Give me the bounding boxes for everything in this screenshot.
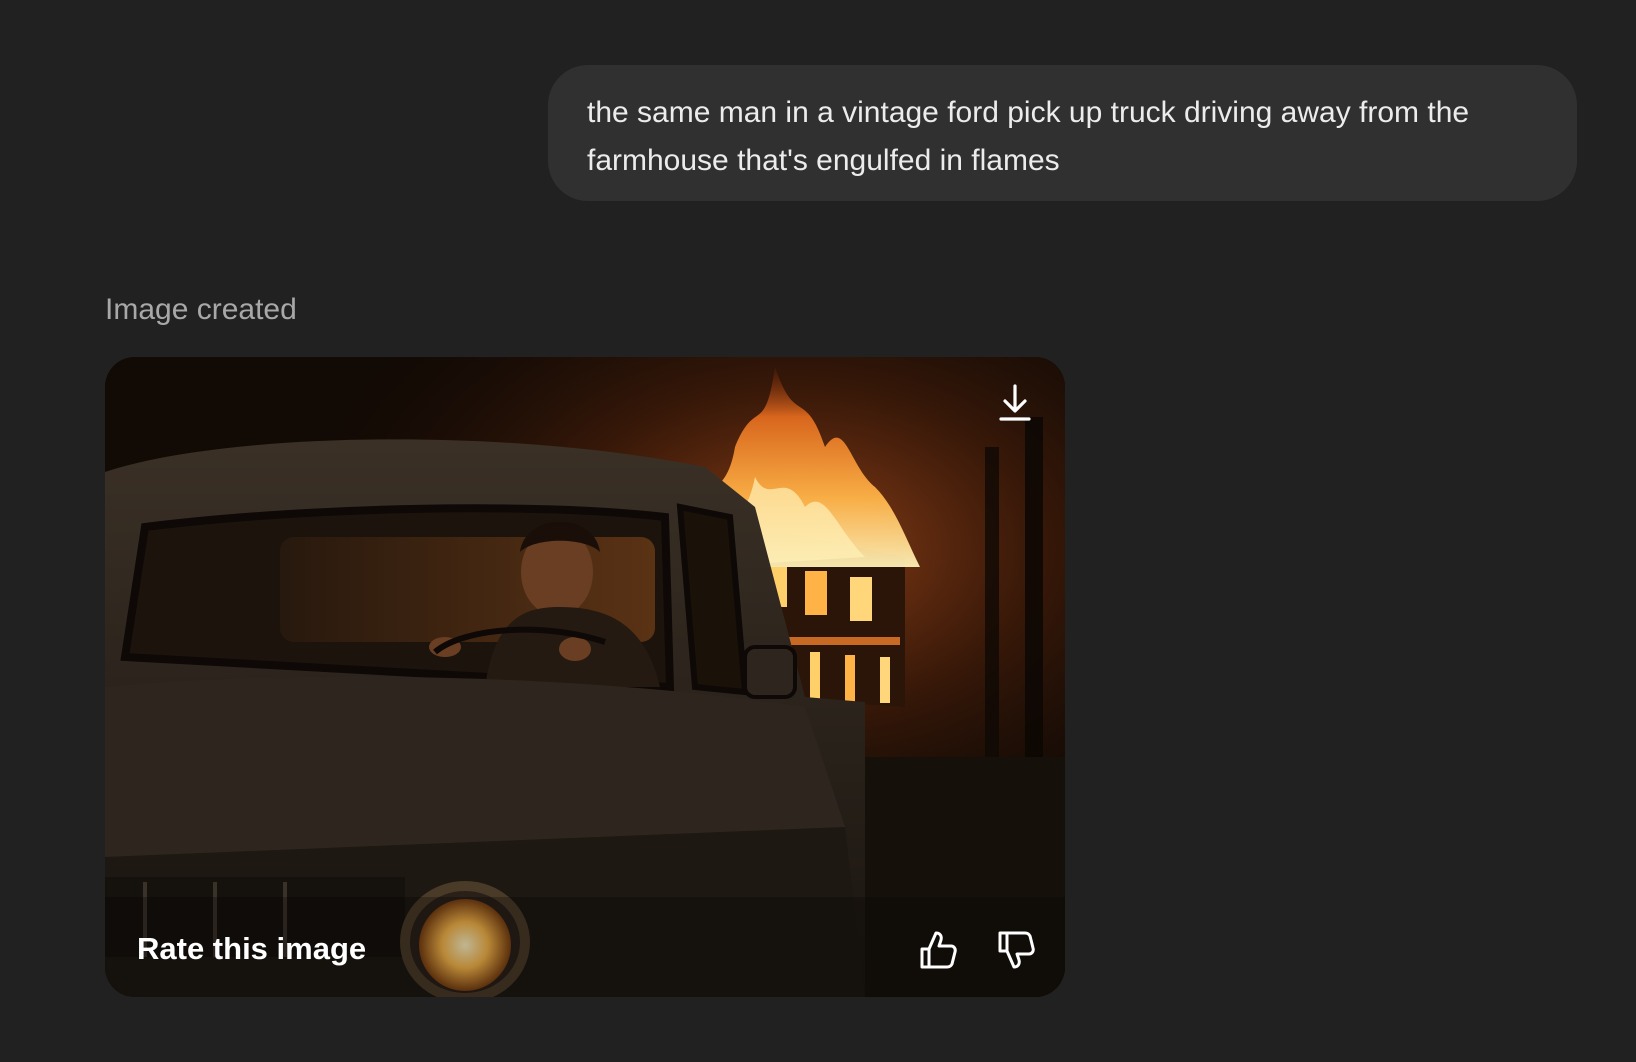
user-message-text: the same man in a vintage ford pick up t… [587,96,1470,177]
image-created-label: Image created [105,293,297,326]
user-message-bubble: the same man in a vintage ford pick up t… [548,65,1577,201]
rate-image-label: Rate this image [137,931,367,966]
thumbs-down-button[interactable] [993,927,1039,973]
download-icon [999,384,1031,421]
thumbs-down-icon [998,931,1035,969]
thumbs-up-button[interactable] [915,927,961,973]
thumbs-up-icon [920,931,957,969]
chat-page: the same man in a vintage ford pick up t… [0,0,1636,1062]
generated-image [105,357,1065,997]
download-button[interactable] [993,381,1037,425]
generated-image-card[interactable]: Rate this image [105,357,1065,997]
